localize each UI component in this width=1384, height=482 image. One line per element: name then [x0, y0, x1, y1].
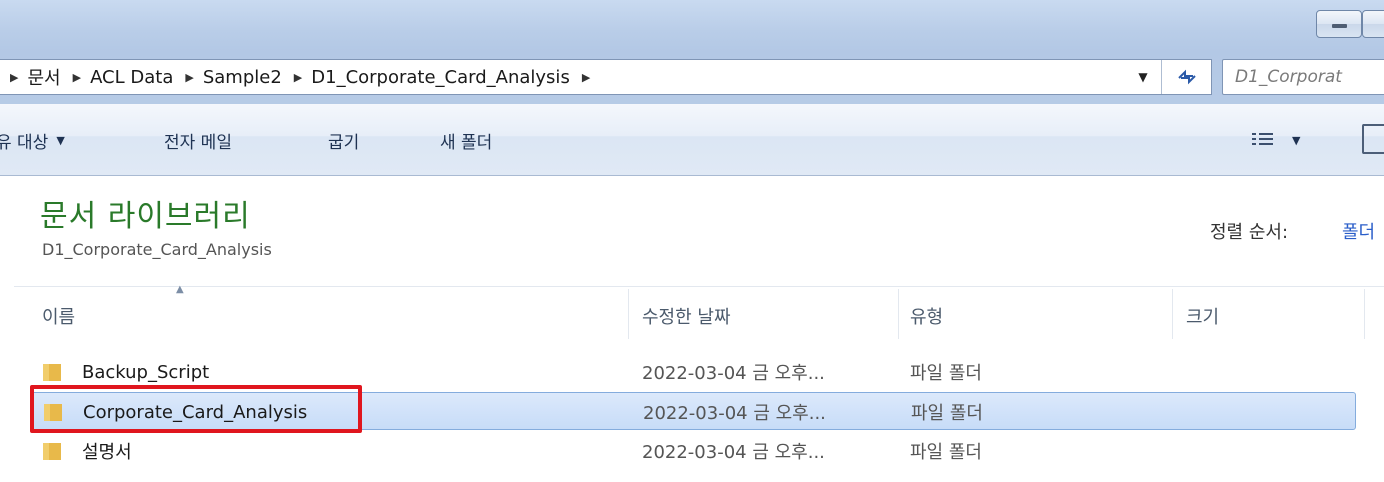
maximize-button[interactable] [1362, 10, 1384, 38]
share-with-button[interactable]: 유 대상 ▼ [0, 104, 65, 176]
library-title: 문서 라이브러리 [40, 199, 251, 234]
sort-ascending-icon: ▲ [176, 284, 184, 295]
chevron-down-icon: ▼ [56, 133, 65, 147]
chevron-right-icon[interactable]: ▶ [294, 71, 302, 84]
column-header-name[interactable]: 이름 [42, 287, 75, 345]
column-divider[interactable] [1364, 289, 1365, 339]
column-header-size[interactable]: 크기 [1186, 287, 1219, 345]
folder-icon [43, 443, 61, 460]
details-view-icon [1252, 132, 1274, 148]
file-list-pane: 문서 라이브러리 D1_Corporate_Card_Analysis 정렬 순… [0, 177, 1384, 482]
file-date: 2022-03-04 금 오후... [642, 442, 825, 463]
preview-pane-button[interactable] [1362, 124, 1384, 154]
chevron-down-icon: ▼ [1292, 133, 1301, 147]
column-divider[interactable] [898, 289, 899, 339]
change-view-button[interactable]: ▼ [1252, 126, 1300, 154]
sort-label: 정렬 순서: [1210, 222, 1289, 243]
column-header-date[interactable]: 수정한 날짜 [642, 287, 731, 345]
breadcrumb-item-sample2[interactable]: Sample2 [203, 67, 282, 88]
chevron-right-icon[interactable]: ▶ [10, 71, 18, 84]
chevron-right-icon[interactable]: ▶ [185, 71, 193, 84]
file-type: 파일 폴더 [910, 363, 982, 384]
email-button[interactable]: 전자 메일 [164, 104, 232, 176]
file-type: 파일 폴더 [910, 442, 982, 463]
address-row: ▶ 문서 ▶ ACL Data ▶ Sample2 ▶ D1_Corporate… [0, 52, 1384, 104]
file-date: 2022-03-04 금 오후... [643, 403, 826, 424]
search-placeholder: D1_Corporat [1235, 67, 1342, 87]
minimize-button[interactable] [1316, 10, 1362, 38]
refresh-button[interactable] [1161, 60, 1211, 94]
chevron-right-icon[interactable]: ▶ [582, 71, 590, 84]
library-subtitle: D1_Corporate_Card_Analysis [42, 240, 272, 259]
breadcrumb-item-acl-data[interactable]: ACL Data [90, 67, 173, 88]
minimize-icon [1332, 24, 1347, 28]
highlight-annotation [30, 385, 362, 433]
breadcrumb: ▶ 문서 ▶ ACL Data ▶ Sample2 ▶ D1_Corporate… [0, 60, 599, 94]
file-name: 설명서 [82, 442, 132, 463]
file-type: 파일 폴더 [911, 403, 983, 424]
file-date: 2022-03-04 금 오후... [642, 363, 825, 384]
chevron-right-icon[interactable]: ▶ [73, 71, 81, 84]
new-folder-button[interactable]: 새 폴더 [440, 104, 492, 176]
column-divider[interactable] [628, 289, 629, 339]
command-toolbar: 유 대상 ▼ 전자 메일 굽기 새 폴더 ▼ [0, 104, 1384, 176]
share-with-label: 유 대상 [0, 132, 49, 153]
refresh-icon [1177, 69, 1196, 85]
column-divider[interactable] [1172, 289, 1173, 339]
breadcrumb-item-documents[interactable]: 문서 [27, 64, 60, 90]
title-bar [0, 0, 1384, 52]
breadcrumb-item-d1-folder[interactable]: D1_Corporate_Card_Analysis [311, 67, 570, 88]
file-row-manual[interactable]: 설명서 2022-03-04 금 오후... 파일 폴더 [30, 432, 1356, 470]
burn-button[interactable]: 굽기 [328, 104, 359, 176]
chevron-down-icon: ▼ [1138, 70, 1148, 84]
sort-by-link[interactable]: 폴더 [1342, 218, 1375, 244]
burn-label: 굽기 [328, 132, 360, 153]
folder-icon [43, 364, 61, 381]
column-header-type[interactable]: 유형 [910, 287, 943, 345]
email-label: 전자 메일 [164, 132, 232, 153]
new-folder-label: 새 폴더 [440, 132, 493, 153]
address-history-dropdown[interactable]: ▼ [1125, 60, 1161, 94]
address-bar[interactable]: ▶ 문서 ▶ ACL Data ▶ Sample2 ▶ D1_Corporate… [0, 59, 1212, 95]
search-input[interactable]: D1_Corporat [1222, 59, 1384, 95]
